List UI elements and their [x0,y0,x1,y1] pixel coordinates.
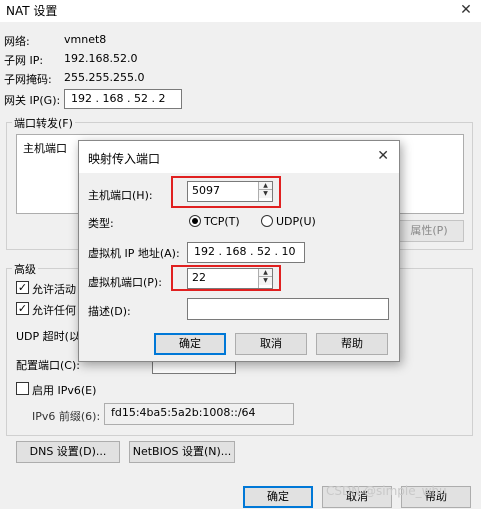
dialog-cancel-button[interactable]: 取消 [235,333,307,355]
dialog-title-bar: 映射传入端口 ✕ [79,141,399,173]
udp-label: UDP(U) [276,215,316,228]
window-title: NAT 设置 [6,4,58,18]
description-label: 描述(D): [88,305,131,318]
network-label: 网络: [4,35,30,48]
spin-up-icon[interactable]: ▲ [259,269,272,277]
vm-ip-input[interactable]: 192 . 168 . 52 . 10 [187,242,305,263]
udp-radio[interactable] [261,215,273,227]
properties-button[interactable]: 属性(P) [394,220,464,242]
tcp-label: TCP(T) [204,215,240,228]
dialog-close-icon[interactable]: ✕ [377,148,389,164]
gateway-label: 网关 IP(G): [4,94,61,107]
spin-down-icon[interactable]: ▼ [259,277,272,285]
gateway-ip-input[interactable]: 192 . 168 . 52 . 2 [64,89,182,109]
window-close-icon[interactable]: ✕ [455,0,477,20]
vm-port-spinner[interactable]: ▲ ▼ [258,269,272,288]
network-value: vmnet8 [64,33,107,46]
subnet-ip-label: 子网 IP: [4,54,44,67]
column-host-port[interactable]: 主机端口 [23,140,67,156]
vm-port-input[interactable]: 22 ▲ ▼ [187,268,273,289]
host-port-input[interactable]: 5097 ▲ ▼ [187,181,273,202]
dialog-title: 映射传入端口 [88,152,161,166]
host-port-spinner[interactable]: ▲ ▼ [258,182,272,201]
ipv6-prefix-label: IPv6 前缀(6): [32,410,101,423]
allow-any-oui-label: 允许任何 [32,304,76,317]
vm-port-label: 虚拟机端口(P): [88,276,162,289]
window-title-bar: NAT 设置 [0,0,481,22]
port-forward-group-label: 端口转发(F) [12,115,75,131]
udp-timeout-label: UDP 超时(以 [16,330,80,343]
dns-settings-button[interactable]: DNS 设置(D)... [16,441,120,463]
ipv6-prefix-input[interactable]: fd15:4ba5:5a2b:1008::/64 [104,403,294,425]
enable-ipv6-label: 启用 IPv6(E) [32,384,97,397]
map-port-dialog: 映射传入端口 ✕ 主机端口(H): 5097 ▲ ▼ 类型: TCP(T) UD… [78,140,400,362]
allow-active-ftp-label: 允许活动 [32,283,76,296]
allow-active-ftp-checkbox[interactable]: ✓ [16,281,29,294]
host-port-label: 主机端口(H): [88,189,153,202]
spin-up-icon[interactable]: ▲ [259,182,272,190]
tcp-radio[interactable] [189,215,201,227]
main-ok-button[interactable]: 确定 [243,486,313,508]
dialog-ok-button[interactable]: 确定 [154,333,226,355]
host-port-value: 5097 [192,184,220,197]
advanced-group-label: 高级 [12,261,38,277]
vm-ip-label: 虚拟机 IP 地址(A): [88,247,180,260]
dialog-help-button[interactable]: 帮助 [316,333,388,355]
vm-port-value: 22 [192,271,206,284]
subnet-mask-value: 255.255.255.0 [64,71,145,84]
netbios-settings-button[interactable]: NetBIOS 设置(N)... [129,441,235,463]
watermark-text: CSDN @simple_whu [326,484,447,498]
enable-ipv6-checkbox[interactable] [16,382,29,395]
type-label: 类型: [88,217,114,230]
subnet-mask-label: 子网掩码: [4,73,52,86]
spin-down-icon[interactable]: ▼ [259,190,272,198]
radio-selected-icon [192,218,198,224]
description-input[interactable] [187,298,389,320]
config-port-label: 配置端口(C): [16,359,80,372]
allow-any-oui-checkbox[interactable]: ✓ [16,302,29,315]
subnet-ip-value: 192.168.52.0 [64,52,138,65]
